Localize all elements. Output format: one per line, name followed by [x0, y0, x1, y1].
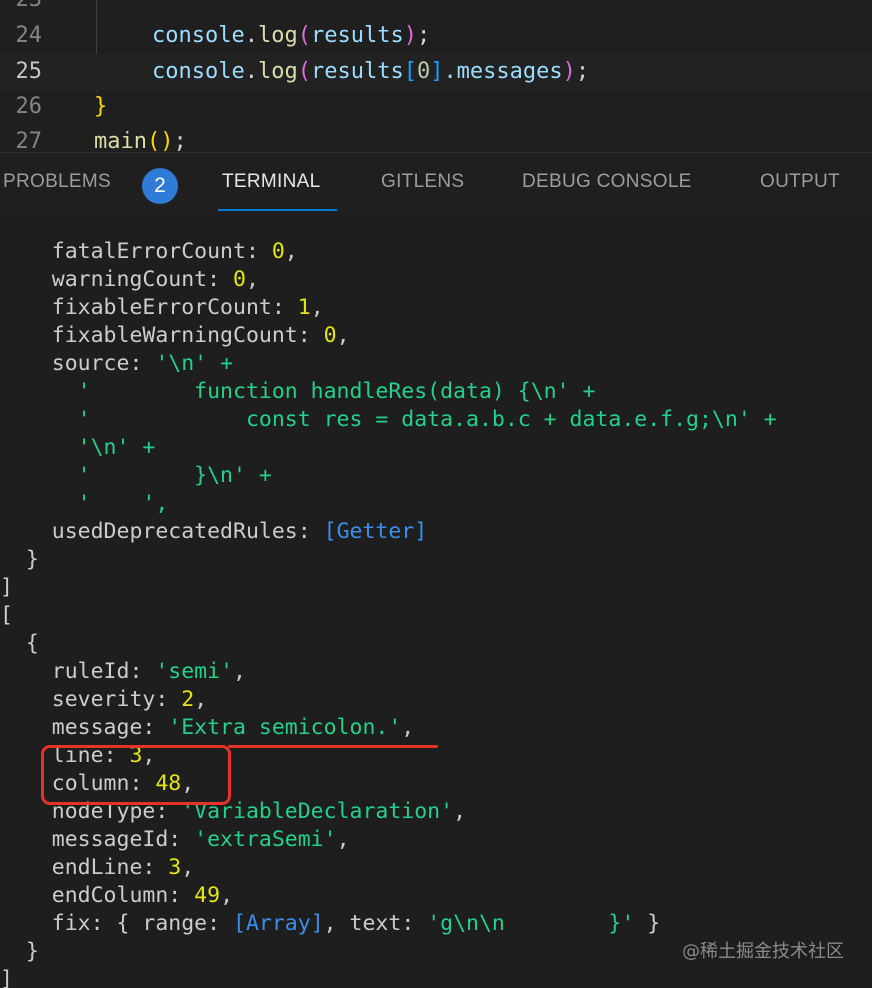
output-line: fixableErrorCount: 1, — [51, 295, 324, 320]
editor-line-23[interactable]: 23 — [0, 0, 872, 18]
tab-debug-console[interactable]: DEBUG CONSOLE — [522, 171, 692, 193]
output-line: messageId: 'extraSemi', — [51, 827, 350, 852]
output-line: fatalErrorCount: 0, — [51, 239, 298, 264]
output-line: ruleId: 'semi', — [51, 659, 246, 684]
code-text: console.log(results); — [152, 23, 431, 48]
editor-line-24[interactable]: 24 console.log(results); — [0, 18, 872, 54]
output-line: fixableWarningCount: 0, — [51, 323, 350, 348]
code-text: console.log(results[0].messages); — [152, 59, 590, 84]
output-line: ] — [0, 967, 13, 988]
line-number: 24 — [15, 23, 43, 48]
output-line: [ — [0, 603, 13, 628]
output-line: warningCount: 0, — [51, 267, 259, 292]
active-tab-indicator — [218, 209, 337, 211]
annotation-underline — [228, 745, 438, 748]
output-line: usedDeprecatedRules: [Getter] — [51, 519, 428, 544]
tab-output[interactable]: OUTPUT — [760, 171, 840, 193]
editor-line-26[interactable]: 26 } — [0, 89, 872, 125]
line-number: 23 — [0, 0, 43, 18]
output-line: '\n' + — [77, 435, 156, 460]
output-line: severity: 2, — [51, 687, 208, 712]
line-number: 27 — [15, 129, 43, 152]
editor-line-27[interactable]: 27 main(); — [0, 124, 872, 152]
line-number: 25 — [15, 59, 43, 84]
output-line: ] — [0, 575, 13, 600]
line-number: 26 — [15, 94, 43, 119]
code-text: main(); — [94, 129, 187, 152]
watermark: @稀土掘金技术社区 — [682, 941, 844, 962]
tab-terminal[interactable]: TERMINAL — [222, 171, 320, 193]
tab-gitlens[interactable]: GITLENS — [381, 171, 464, 193]
panel-tab-bar: PROBLEMS 2 TERMINAL GITLENS DEBUG CONSOL… — [0, 152, 872, 213]
output-line: ' }\n' + — [77, 463, 272, 488]
output-line: endColumn: 49, — [51, 883, 234, 908]
output-line: } — [0, 547, 39, 572]
code-text: } — [94, 94, 108, 119]
output-line: ' function handleRes(data) {\n' + — [77, 379, 596, 404]
editor-line-25[interactable]: 25 console.log(results[0].messages); — [0, 54, 872, 90]
output-line: ' const res = data.a.b.c + data.e.f.g;\n… — [77, 407, 777, 432]
tab-problems[interactable]: PROBLEMS — [3, 171, 111, 193]
output-line: { — [0, 631, 39, 656]
annotation-highlight-box — [41, 745, 231, 805]
output-line: } — [0, 939, 39, 964]
terminal-output[interactable]: fatalErrorCount: 0, warningCount: 0, fix… — [0, 212, 872, 988]
problems-count-badge: 2 — [142, 168, 178, 204]
output-line: endLine: 3, — [51, 855, 195, 880]
output-line: ' ', — [77, 491, 169, 516]
output-line: source: '\n' + — [51, 351, 234, 376]
output-line: fix: { range: [Array], text: 'g\n\n }' } — [51, 911, 661, 936]
output-line: message: 'Extra semicolon.', — [51, 715, 415, 740]
code-editor[interactable]: 23 24 console.log(results); 25 console.l… — [0, 0, 872, 152]
